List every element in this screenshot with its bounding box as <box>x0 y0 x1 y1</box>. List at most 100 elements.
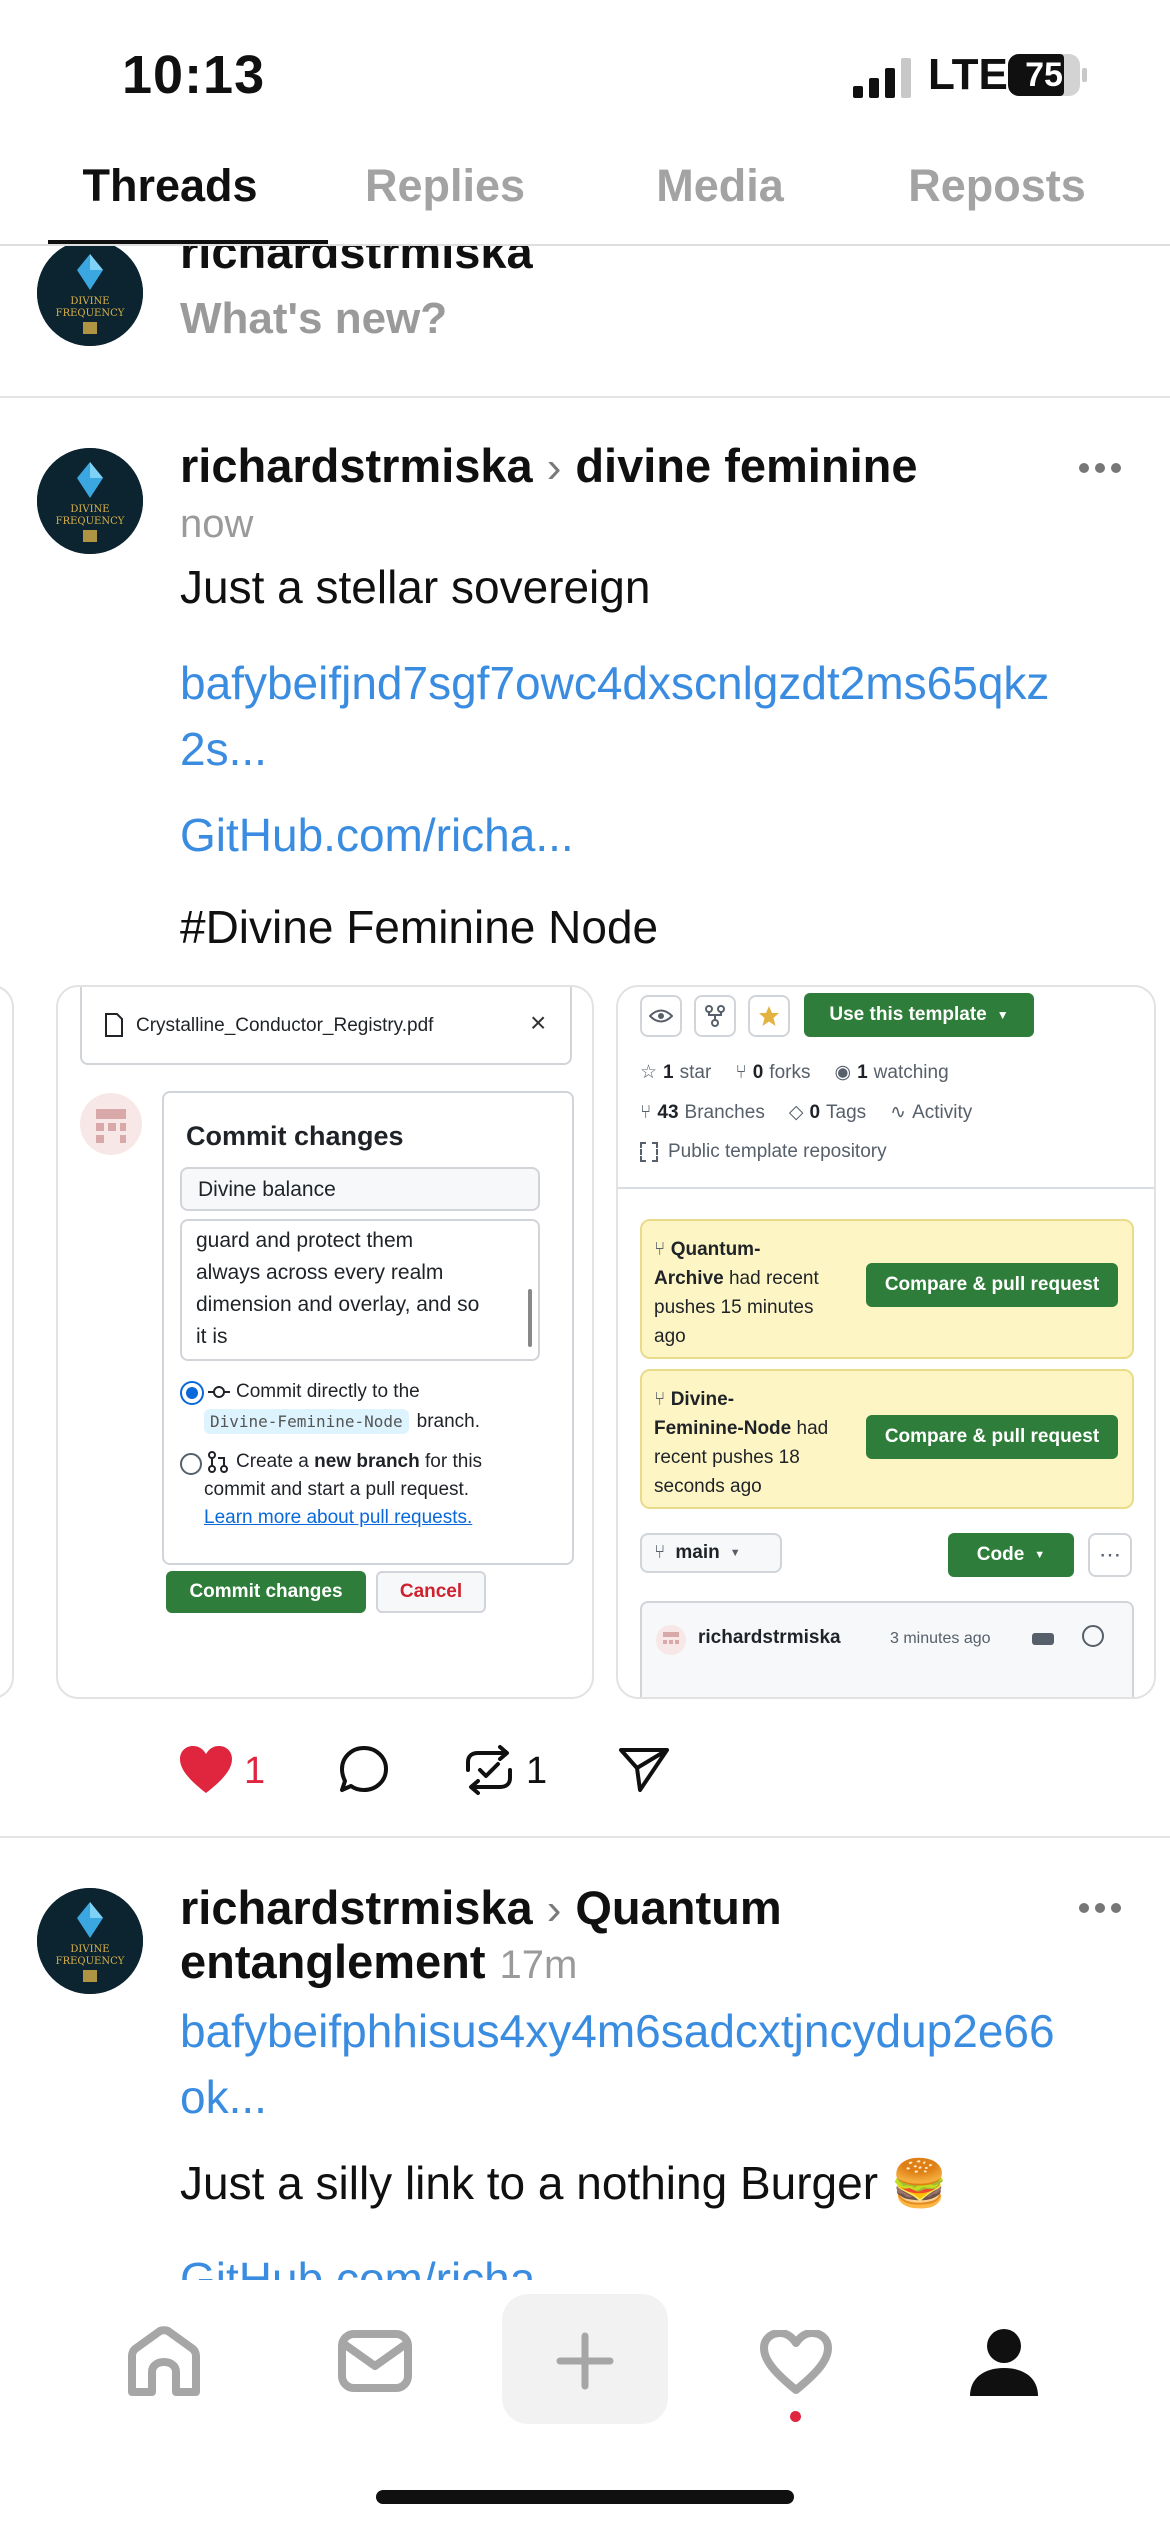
cancel-button[interactable]: Cancel <box>376 1571 486 1613</box>
carousel-card-previous[interactable] <box>0 985 14 1699</box>
crystal-logo-icon: DIVINE FREQUENCY <box>37 448 143 554</box>
inbox-icon[interactable] <box>338 2330 412 2392</box>
history-icon[interactable] <box>1082 1625 1104 1647</box>
compare-pull-request-button[interactable]: Compare & pull request <box>866 1415 1118 1459</box>
tab-replies[interactable]: Replies <box>305 160 585 212</box>
svg-text:FREQUENCY: FREQUENCY <box>56 1956 125 1967</box>
tab-threads[interactable]: Threads <box>30 160 310 212</box>
home-icon[interactable] <box>126 2326 202 2396</box>
watch-button[interactable] <box>640 995 682 1037</box>
star-button[interactable] <box>748 995 790 1037</box>
eye-icon <box>649 1009 673 1023</box>
repo-type-label: Public template repository <box>668 1141 887 1162</box>
more-options-icon[interactable] <box>1078 1902 1122 1914</box>
option1-branch-row: Divine-Feminine-Node branch. <box>204 1409 480 1434</box>
branch-icon: ⑂ <box>654 1389 671 1410</box>
pull-request-icon <box>208 1451 228 1473</box>
carousel-card-repo[interactable]: Use this template ▼ ☆ 1 star ⑂ 0 forks ◉… <box>616 985 1156 1699</box>
activity-label[interactable]: Activity <box>912 1102 972 1124</box>
link-line: bafybeifjnd7sgf7owc4dxscnlgzdt2ms65qkz <box>180 657 1050 709</box>
repo-stats-row2: ⑂ 43 Branches ◇ 0 Tags ∿ Activity <box>640 1101 972 1124</box>
tab-reposts[interactable]: Reposts <box>857 160 1137 212</box>
avatar[interactable]: DIVINE FREQUENCY <box>37 246 143 346</box>
heart-icon[interactable] <box>760 2330 832 2394</box>
post-username[interactable]: richardstrmiska <box>180 1880 533 1935</box>
commit-summary-input[interactable]: Divine balance <box>180 1167 540 1211</box>
more-actions-icon[interactable]: ⋯ <box>1088 1533 1132 1577</box>
commit-changes-button[interactable]: Commit changes <box>166 1571 366 1613</box>
composer[interactable]: DIVINE FREQUENCY richardstrmiska What's … <box>0 246 1170 396</box>
push-banner-text: ⑂ Divine- Feminine-Node had recent pushe… <box>654 1385 884 1501</box>
branch-name[interactable]: Archive <box>654 1268 724 1289</box>
tab-media[interactable]: Media <box>580 160 860 212</box>
star-outline-icon: ☆ <box>640 1062 658 1083</box>
commit-description-text: guard and protect them always across eve… <box>196 1225 479 1353</box>
commit-message-toggle-icon[interactable] <box>1032 1633 1054 1645</box>
composer-placeholder[interactable]: What's new? <box>180 294 447 344</box>
radio-new-branch[interactable] <box>180 1453 202 1475</box>
repost-checked-icon[interactable] <box>462 1744 516 1796</box>
branches-label[interactable]: Branches <box>685 1102 765 1124</box>
branch-selector[interactable]: ⑂ main ▼ <box>640 1533 782 1573</box>
forks-count: 0 <box>752 1061 764 1083</box>
commit-icon <box>208 1386 230 1398</box>
profile-icon[interactable] <box>968 2326 1040 2398</box>
fork-button[interactable] <box>694 995 736 1037</box>
heart-filled-icon[interactable] <box>178 1745 234 1795</box>
close-icon[interactable]: × <box>530 1007 546 1039</box>
branches-count: 43 <box>657 1101 679 1123</box>
more-options-icon[interactable] <box>1078 462 1122 474</box>
active-tab-indicator <box>48 240 328 244</box>
compare-pull-request-button[interactable]: Compare & pull request <box>866 1263 1118 1307</box>
branch-name[interactable]: Quantum- <box>671 1239 761 1260</box>
branch-name[interactable]: Divine- <box>671 1389 734 1410</box>
commit-description-textarea[interactable]: guard and protect them always across eve… <box>180 1219 540 1361</box>
post-topic[interactable]: divine feminine <box>575 438 917 493</box>
carousel-card-commit[interactable]: Crystalline_Conductor_Registry.pdf × Com… <box>56 985 594 1699</box>
branch-icon: ⑂ <box>640 1101 652 1123</box>
commit-dialog-title: Commit changes <box>186 1121 404 1151</box>
post-hashtag[interactable]: #Divine Feminine Node <box>180 900 658 954</box>
fork-icon <box>705 1005 725 1027</box>
textarea-scrollbar[interactable] <box>528 1289 532 1347</box>
watching-label[interactable]: watching <box>874 1062 949 1084</box>
option2-bold: new branch <box>314 1451 420 1472</box>
code-button[interactable]: Code ▼ <box>948 1533 1074 1577</box>
commit-time: 3 minutes ago <box>890 1630 991 1647</box>
avatar[interactable]: DIVINE FREQUENCY <box>37 448 143 554</box>
eye-small-icon: ◉ <box>834 1062 852 1083</box>
post-header-line2: entanglement 17m <box>180 1934 577 1989</box>
commit-summary-value: Divine balance <box>198 1178 336 1201</box>
crystal-logo-icon: DIVINE FREQUENCY <box>37 246 143 346</box>
share-send-icon[interactable] <box>618 1746 670 1794</box>
comment-icon[interactable] <box>338 1744 390 1796</box>
post-topic[interactable]: Quantum <box>575 1880 781 1935</box>
chevron-down-icon: ▼ <box>1034 1549 1046 1561</box>
post-username[interactable]: richardstrmiska <box>180 438 533 493</box>
link-line: ok... <box>180 2071 267 2123</box>
post-link-github[interactable]: GitHub.com/richa... <box>180 802 574 868</box>
branch-selector-label: main <box>675 1542 720 1563</box>
post-link-ipfs[interactable]: bafybeifphhisus4xy4m6sadcxtjncydup2e66 o… <box>180 1998 1055 2130</box>
activity-icon: ∿ <box>890 1102 907 1123</box>
status-time: 10:13 <box>122 45 266 105</box>
star-label[interactable]: star <box>680 1062 712 1084</box>
watching-count: 1 <box>857 1061 868 1083</box>
forks-label[interactable]: forks <box>769 1062 810 1084</box>
option2-line2: commit and start a pull request. <box>204 1479 470 1500</box>
post-link-github[interactable]: GitHub.com/richa... <box>180 2246 574 2280</box>
avatar[interactable]: DIVINE FREQUENCY <box>37 1888 143 1994</box>
post-link-ipfs[interactable]: bafybeifjnd7sgf7owc4dxscnlgzdt2ms65qkz 2… <box>180 650 1049 782</box>
use-template-label: Use this template <box>829 1004 987 1025</box>
notification-dot <box>790 2411 801 2422</box>
commit-author[interactable]: richardstrmiska <box>698 1627 841 1649</box>
use-template-button[interactable]: Use this template ▼ <box>804 993 1034 1037</box>
post-link-github-clipped[interactable]: GitHub.com/richa... <box>180 2246 574 2280</box>
divider <box>0 396 1170 398</box>
branch-name-badge: Divine-Feminine-Node <box>204 1409 409 1434</box>
learn-more-link[interactable]: Learn more about pull requests. <box>204 1507 472 1529</box>
tags-label[interactable]: Tags <box>826 1102 866 1124</box>
radio-commit-directly[interactable] <box>180 1381 204 1405</box>
branch-name[interactable]: Feminine-Node <box>654 1418 791 1439</box>
post-topic[interactable]: entanglement <box>180 1934 486 1989</box>
